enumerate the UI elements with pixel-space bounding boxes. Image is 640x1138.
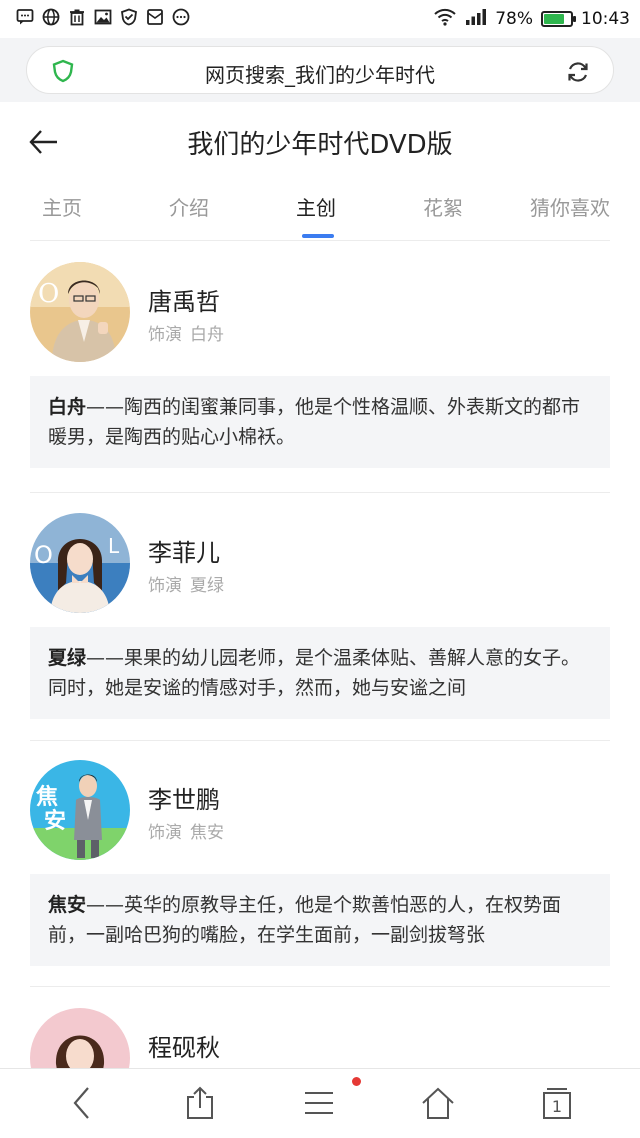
tab-cast[interactable]: 主创 bbox=[296, 192, 336, 221]
actor-name[interactable]: 李菲儿 bbox=[148, 533, 220, 568]
browser-toolbar: 网页搜索_我们的少年时代 bbox=[0, 38, 640, 102]
bottom-nav: 1 bbox=[0, 1068, 640, 1138]
tab-home[interactable]: 主页 bbox=[42, 192, 82, 221]
tab-recommend[interactable]: 猜你喜欢 bbox=[530, 192, 610, 221]
address-bar[interactable]: 网页搜索_我们的少年时代 bbox=[26, 46, 614, 94]
address-text[interactable]: 网页搜索_我们的少年时代 bbox=[87, 59, 553, 88]
svg-text:L: L bbox=[108, 534, 120, 558]
description-text: ——英华的原教导主任，他是个欺善怕恶的人，在权势面前，一副哈巴狗的嘴脸，在学生面… bbox=[48, 894, 562, 946]
refresh-icon[interactable] bbox=[565, 59, 591, 85]
svg-text:O: O bbox=[38, 279, 59, 309]
trash-icon bbox=[68, 8, 86, 26]
role-prefix: 饰演 bbox=[148, 325, 182, 345]
divider bbox=[30, 986, 610, 987]
wifi-icon bbox=[433, 8, 457, 30]
character-name: 焦安 bbox=[48, 894, 87, 916]
shield-icon bbox=[120, 8, 138, 26]
share-icon[interactable] bbox=[180, 1083, 220, 1123]
role-name: 白舟 bbox=[190, 325, 224, 345]
divider bbox=[30, 240, 610, 241]
actor-name[interactable]: 唐禹哲 bbox=[148, 282, 220, 317]
avatar[interactable]: O bbox=[30, 262, 130, 362]
role-prefix: 饰演 bbox=[148, 576, 182, 596]
actor-role: 饰演 白舟 bbox=[148, 320, 224, 345]
message-icon bbox=[16, 8, 34, 26]
page-header: 我们的少年时代DVD版 bbox=[0, 102, 640, 180]
character-name: 白舟 bbox=[48, 396, 87, 418]
character-description[interactable]: 焦安——英华的原教导主任，他是个欺善怕恶的人，在权势面前，一副哈巴狗的嘴脸，在学… bbox=[30, 874, 610, 966]
tab-behind-scenes[interactable]: 花絮 bbox=[423, 192, 463, 221]
status-icons-right: 78% 10:43 bbox=[433, 6, 630, 32]
divider bbox=[30, 740, 610, 741]
status-icons-left bbox=[16, 8, 190, 26]
signal-icon bbox=[465, 8, 487, 30]
cast-list: O 唐禹哲 饰演 白舟 白舟——陶西的闺蜜兼同事，他是个性格温顺、外表斯文的都市… bbox=[0, 242, 640, 1068]
status-bar: 78% 10:43 bbox=[0, 0, 640, 38]
home-icon[interactable] bbox=[418, 1083, 458, 1123]
role-name: 焦安 bbox=[190, 823, 224, 843]
mail-icon bbox=[146, 8, 164, 26]
more-circle-icon bbox=[172, 8, 190, 26]
tab-intro[interactable]: 介绍 bbox=[169, 192, 209, 221]
avatar[interactable] bbox=[30, 1008, 130, 1068]
avatar[interactable]: O L bbox=[30, 513, 130, 613]
clock: 10:43 bbox=[581, 9, 630, 29]
battery-percent: 78% bbox=[495, 9, 533, 29]
role-prefix: 饰演 bbox=[148, 823, 182, 843]
svg-text:安: 安 bbox=[44, 808, 66, 834]
description-text: ——果果的幼儿园老师，是个温柔体贴、善解人意的女子。同时，她是安谧的情感对手，然… bbox=[48, 647, 581, 699]
character-name: 夏绿 bbox=[48, 647, 87, 669]
notification-dot bbox=[352, 1077, 361, 1086]
menu-icon[interactable] bbox=[299, 1083, 339, 1123]
svg-text:焦: 焦 bbox=[35, 784, 58, 810]
svg-text:O: O bbox=[34, 541, 53, 569]
tab-count: 1 bbox=[552, 1097, 562, 1116]
page-title: 我们的少年时代DVD版 bbox=[187, 130, 453, 160]
character-description[interactable]: 夏绿——果果的幼儿园老师，是个温柔体贴、善解人意的女子。同时，她是安谧的情感对手… bbox=[30, 627, 610, 719]
description-text: ——陶西的闺蜜兼同事，他是个性格温顺、外表斯文的都市暖男，是陶西的贴心小棉袄。 bbox=[48, 396, 581, 448]
actor-name[interactable]: 程砚秋 bbox=[148, 1028, 220, 1063]
back-icon[interactable] bbox=[62, 1083, 102, 1123]
image-icon bbox=[94, 8, 112, 26]
battery-level bbox=[544, 14, 564, 24]
actor-role: 饰演 夏绿 bbox=[148, 571, 224, 596]
role-name: 夏绿 bbox=[190, 576, 224, 596]
security-shield-icon[interactable] bbox=[51, 59, 75, 83]
tab-bar: 主页 介绍 主创 花絮 猜你喜欢 bbox=[0, 180, 640, 242]
active-tab-indicator bbox=[302, 234, 334, 238]
avatar[interactable]: 焦 安 bbox=[30, 760, 130, 860]
tabs-icon[interactable]: 1 bbox=[537, 1083, 577, 1123]
actor-role: 饰演 焦安 bbox=[148, 818, 224, 843]
actor-name[interactable]: 李世鹏 bbox=[148, 780, 220, 815]
character-description[interactable]: 白舟——陶西的闺蜜兼同事，他是个性格温顺、外表斯文的都市暖男，是陶西的贴心小棉袄… bbox=[30, 376, 610, 468]
battery-icon bbox=[541, 11, 576, 27]
divider bbox=[30, 492, 610, 493]
globe-icon bbox=[42, 8, 60, 26]
